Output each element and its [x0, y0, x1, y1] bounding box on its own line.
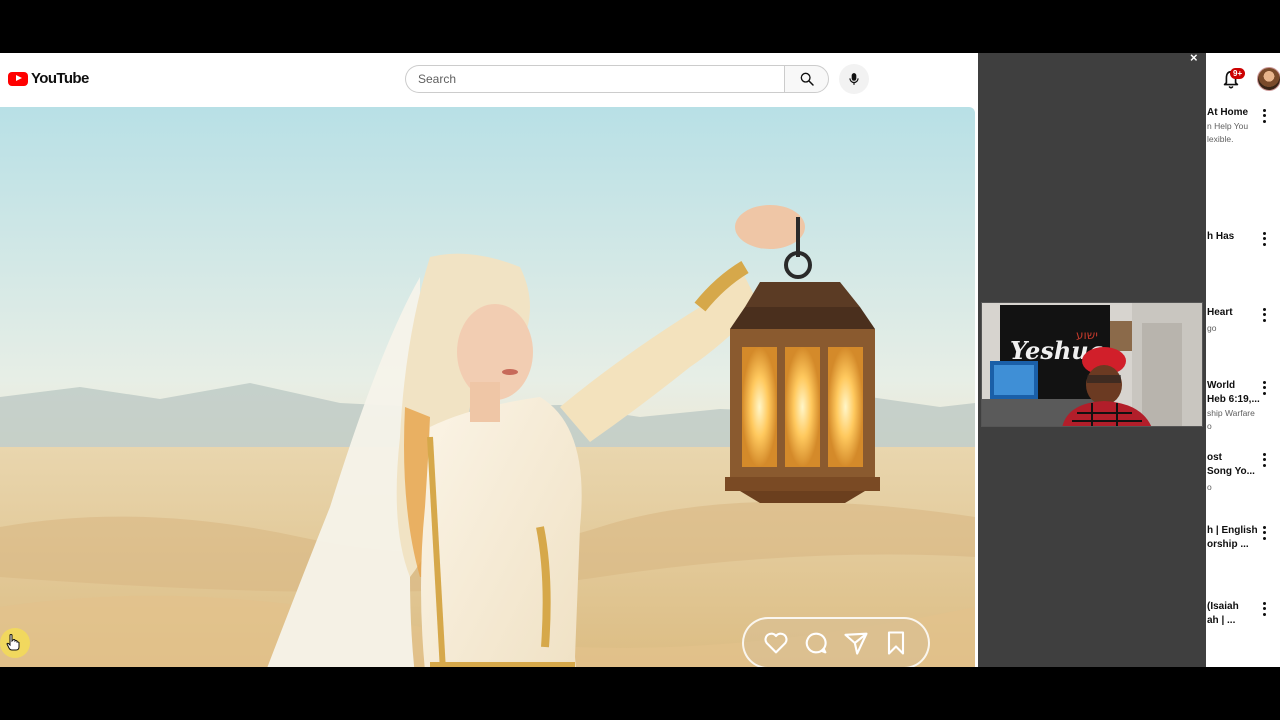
logo-text: YouTube	[31, 70, 89, 87]
youtube-logo[interactable]: YouTube	[8, 70, 89, 87]
rec-title: ah | ...	[1207, 615, 1236, 626]
letterbox-top	[0, 0, 1280, 53]
rec-title: h | English	[1207, 525, 1258, 536]
hand-pointer-icon	[6, 634, 20, 651]
close-icon[interactable]: ×	[1190, 53, 1198, 65]
heart-icon[interactable]	[762, 629, 790, 657]
list-item[interactable]: h Has	[1207, 230, 1263, 244]
list-item[interactable]: Heart go	[1207, 306, 1263, 335]
rec-title: (Isaiah	[1207, 601, 1239, 612]
rec-meta: o	[1207, 421, 1212, 431]
rec-title: orship ...	[1207, 539, 1249, 550]
list-item[interactable]: At Home n Help You lexible.	[1207, 106, 1263, 146]
voice-search-button[interactable]	[839, 64, 869, 94]
search-button[interactable]	[784, 65, 829, 93]
list-item[interactable]: (Isaiah ah | ...	[1207, 600, 1263, 628]
more-vert-icon[interactable]	[1260, 108, 1268, 124]
webcam-feed: ישוע Yeshua	[982, 303, 1202, 426]
mic-icon	[849, 73, 859, 85]
more-vert-icon[interactable]	[1260, 307, 1268, 323]
rec-meta: n Help You	[1207, 121, 1249, 131]
rec-meta: go	[1207, 323, 1217, 333]
rec-title: Heart	[1207, 307, 1233, 318]
rec-meta: ship Warfare	[1207, 408, 1255, 418]
rec-title: Song Yo...	[1207, 466, 1255, 477]
letterbox-bottom	[0, 667, 1280, 720]
comment-icon[interactable]	[802, 629, 830, 657]
bookmark-icon[interactable]	[882, 629, 910, 657]
more-vert-icon[interactable]	[1260, 525, 1268, 541]
more-vert-icon[interactable]	[1260, 452, 1268, 468]
webcam-overlay: ישוע Yeshua	[981, 302, 1203, 427]
video-player[interactable]	[0, 107, 975, 667]
more-vert-icon[interactable]	[1260, 380, 1268, 396]
share-icon[interactable]	[842, 629, 870, 657]
action-bar	[742, 617, 930, 667]
rec-title: At Home	[1207, 107, 1249, 118]
rec-title: h Has	[1207, 231, 1235, 242]
search-icon	[800, 72, 814, 86]
rec-meta: o	[1207, 482, 1212, 492]
list-item[interactable]: World Heb 6:19,... ship Warfare o	[1207, 379, 1263, 433]
youtube-page: YouTube Search × ישוע Yeshua 9+ At Home …	[0, 53, 1280, 667]
cursor-highlight	[0, 628, 30, 658]
rec-title: ost	[1207, 452, 1222, 463]
more-vert-icon[interactable]	[1260, 601, 1268, 617]
rec-title: World	[1207, 380, 1236, 391]
more-vert-icon[interactable]	[1260, 231, 1268, 247]
youtube-logo-icon	[8, 71, 28, 86]
rec-title: Heb 6:19,...	[1207, 394, 1260, 405]
list-item[interactable]: h | English orship ...	[1207, 524, 1263, 552]
rec-meta: lexible.	[1207, 134, 1234, 144]
avatar[interactable]	[1257, 67, 1280, 91]
search-input[interactable]	[405, 65, 785, 93]
list-item[interactable]: ost Song Yo... o	[1207, 451, 1263, 494]
notification-badge: 9+	[1230, 68, 1246, 79]
video-frame-image	[0, 107, 975, 667]
